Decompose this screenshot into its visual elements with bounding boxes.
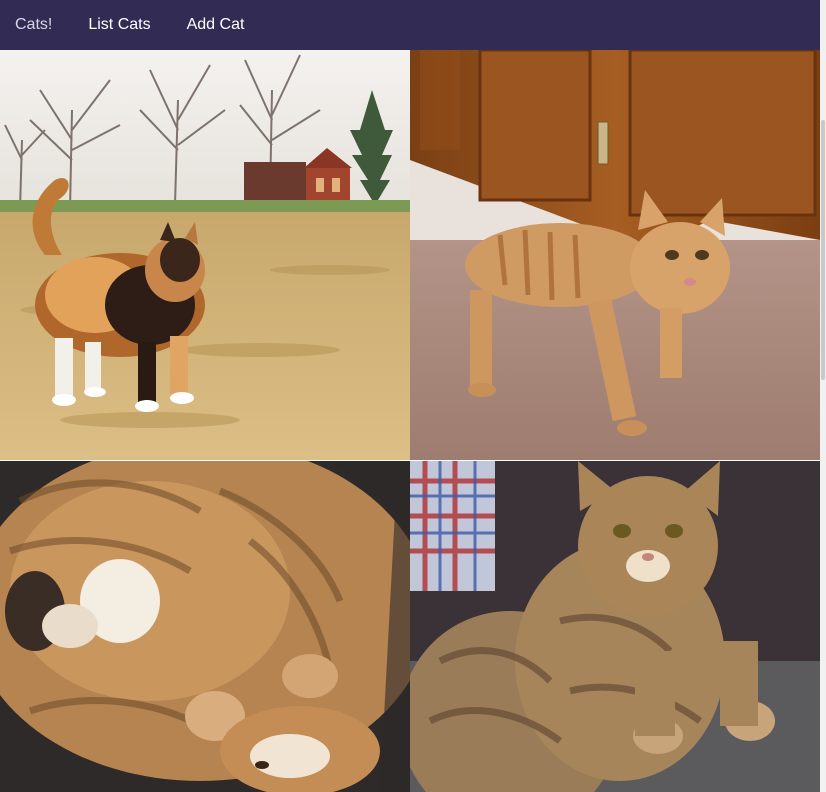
scrollbar-thumb[interactable] bbox=[821, 120, 825, 380]
cat-photo-grid bbox=[0, 50, 820, 792]
nav-link-add-cat[interactable]: Add Cat bbox=[187, 16, 245, 34]
cat-photo-orange-tabby[interactable] bbox=[410, 50, 820, 460]
cat-photo-tabby[interactable] bbox=[410, 461, 820, 792]
top-navbar: Cats! List Cats Add Cat bbox=[0, 0, 820, 50]
cat-photo-fluffy[interactable] bbox=[0, 461, 410, 792]
nav-link-list-cats[interactable]: List Cats bbox=[88, 16, 150, 34]
scrollbar[interactable] bbox=[820, 0, 826, 792]
cat-photo-calico[interactable] bbox=[0, 50, 410, 460]
cat-photo-orange-tabby-image bbox=[410, 50, 820, 460]
cat-photo-calico-image bbox=[0, 50, 410, 460]
cat-photo-tabby-image bbox=[410, 461, 820, 792]
cat-photo-fluffy-image bbox=[0, 461, 410, 792]
brand-link[interactable]: Cats! bbox=[15, 16, 52, 34]
